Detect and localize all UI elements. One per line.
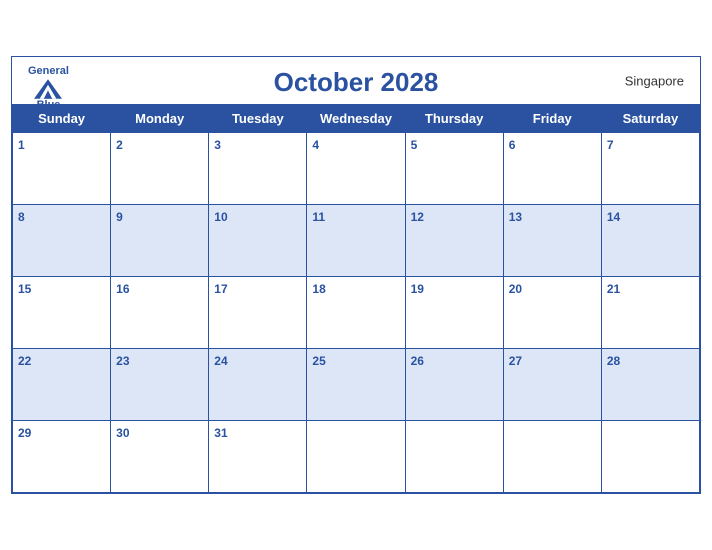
calendar-day-cell: 17 xyxy=(209,277,307,349)
calendar-day-cell: 4 xyxy=(307,133,405,205)
day-number: 24 xyxy=(214,354,227,368)
day-number: 18 xyxy=(312,282,325,296)
calendar-day-cell xyxy=(307,421,405,493)
calendar-day-cell: 27 xyxy=(503,349,601,421)
calendar-day-cell: 10 xyxy=(209,205,307,277)
month-title: October 2028 xyxy=(274,67,439,98)
day-number: 1 xyxy=(18,138,25,152)
day-number: 27 xyxy=(509,354,522,368)
calendar-day-cell: 18 xyxy=(307,277,405,349)
calendar-day-cell: 11 xyxy=(307,205,405,277)
calendar-day-cell: 1 xyxy=(13,133,111,205)
day-number: 22 xyxy=(18,354,31,368)
day-number: 17 xyxy=(214,282,227,296)
calendar-day-cell: 21 xyxy=(601,277,699,349)
header-saturday: Saturday xyxy=(601,105,699,133)
day-number: 25 xyxy=(312,354,325,368)
calendar-day-cell xyxy=(601,421,699,493)
calendar-table: Sunday Monday Tuesday Wednesday Thursday… xyxy=(12,104,700,493)
calendar-day-cell: 5 xyxy=(405,133,503,205)
calendar-day-cell xyxy=(405,421,503,493)
day-number: 6 xyxy=(509,138,516,152)
calendar-day-cell: 22 xyxy=(13,349,111,421)
day-number: 21 xyxy=(607,282,620,296)
day-number: 10 xyxy=(214,210,227,224)
calendar-header: General Blue October 2028 Singapore xyxy=(12,57,700,104)
header-thursday: Thursday xyxy=(405,105,503,133)
day-number: 7 xyxy=(607,138,614,152)
logo-area: General Blue xyxy=(28,65,69,111)
calendar-day-cell: 8 xyxy=(13,205,111,277)
calendar-week-row: 22 23 24 25 26 27 28 xyxy=(13,349,700,421)
day-number: 16 xyxy=(116,282,129,296)
calendar-week-row: 1 2 3 4 5 6 7 xyxy=(13,133,700,205)
calendar-day-cell: 23 xyxy=(111,349,209,421)
calendar-day-cell xyxy=(503,421,601,493)
calendar-day-cell: 14 xyxy=(601,205,699,277)
calendar-day-cell: 2 xyxy=(111,133,209,205)
calendar-week-row: 8 9 10 11 12 13 14 xyxy=(13,205,700,277)
calendar-day-cell: 30 xyxy=(111,421,209,493)
header-wednesday: Wednesday xyxy=(307,105,405,133)
day-number: 28 xyxy=(607,354,620,368)
region-label: Singapore xyxy=(625,73,684,88)
calendar-day-cell: 24 xyxy=(209,349,307,421)
calendar-day-cell: 9 xyxy=(111,205,209,277)
calendar-day-cell: 12 xyxy=(405,205,503,277)
calendar-day-cell: 29 xyxy=(13,421,111,493)
day-number: 13 xyxy=(509,210,522,224)
day-number: 19 xyxy=(411,282,424,296)
calendar-day-cell: 19 xyxy=(405,277,503,349)
day-number: 5 xyxy=(411,138,418,152)
header-friday: Friday xyxy=(503,105,601,133)
day-number: 3 xyxy=(214,138,221,152)
calendar-day-cell: 7 xyxy=(601,133,699,205)
calendar-day-cell: 13 xyxy=(503,205,601,277)
day-number: 8 xyxy=(18,210,25,224)
calendar-week-row: 29 30 31 xyxy=(13,421,700,493)
calendar-day-cell: 26 xyxy=(405,349,503,421)
calendar-day-cell: 15 xyxy=(13,277,111,349)
calendar-day-cell: 31 xyxy=(209,421,307,493)
calendar-day-cell: 6 xyxy=(503,133,601,205)
day-number: 29 xyxy=(18,426,31,440)
day-number: 31 xyxy=(214,426,227,440)
day-number: 9 xyxy=(116,210,123,224)
calendar-day-cell: 16 xyxy=(111,277,209,349)
weekday-header-row: Sunday Monday Tuesday Wednesday Thursday… xyxy=(13,105,700,133)
logo-icon xyxy=(34,79,62,99)
header-monday: Monday xyxy=(111,105,209,133)
logo-blue-text: Blue xyxy=(37,99,61,111)
calendar-day-cell: 3 xyxy=(209,133,307,205)
day-number: 14 xyxy=(607,210,620,224)
day-number: 4 xyxy=(312,138,319,152)
day-number: 11 xyxy=(312,210,325,224)
logo-general-text: General xyxy=(28,65,69,77)
day-number: 12 xyxy=(411,210,424,224)
calendar-week-row: 15 16 17 18 19 20 21 xyxy=(13,277,700,349)
calendar-container: General Blue October 2028 Singapore Sund… xyxy=(11,56,701,494)
day-number: 30 xyxy=(116,426,129,440)
header-tuesday: Tuesday xyxy=(209,105,307,133)
day-number: 2 xyxy=(116,138,123,152)
day-number: 23 xyxy=(116,354,129,368)
calendar-day-cell: 28 xyxy=(601,349,699,421)
day-number: 15 xyxy=(18,282,31,296)
day-number: 26 xyxy=(411,354,424,368)
calendar-day-cell: 20 xyxy=(503,277,601,349)
calendar-day-cell: 25 xyxy=(307,349,405,421)
day-number: 20 xyxy=(509,282,522,296)
